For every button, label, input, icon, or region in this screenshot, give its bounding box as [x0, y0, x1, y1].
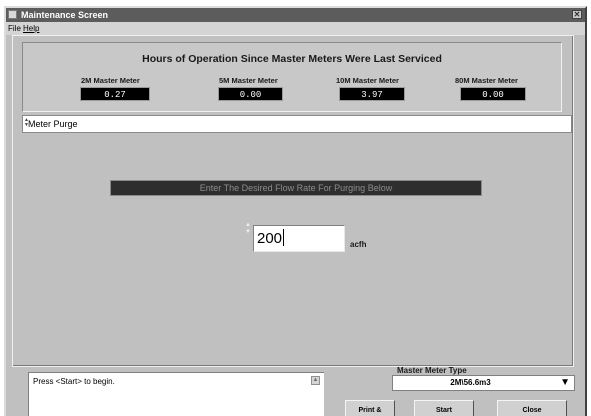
- meter-value-80m: 0.00: [460, 87, 526, 101]
- status-message: Press <Start> to begin.: [33, 377, 115, 386]
- meter-type-value: 2M\56.6m3: [450, 378, 491, 387]
- meter-type-label: Master Meter Type: [397, 366, 467, 375]
- close-window-button[interactable]: ✕: [572, 10, 582, 19]
- meter-label-80m: 80M Master Meter: [455, 76, 518, 85]
- flow-rate-value: 200: [257, 230, 283, 247]
- start-button[interactable]: Start: [414, 400, 474, 416]
- hours-panel: Hours of Operation Since Master Meters W…: [22, 42, 562, 112]
- menu-file[interactable]: File: [8, 22, 21, 35]
- flow-rate-unit: acfh: [350, 240, 367, 249]
- title-bar: Maintenance Screen ✕: [6, 8, 585, 22]
- meter-type-select[interactable]: 2M\56.6m3 ▼: [392, 375, 575, 391]
- meter-label-5m: 5M Master Meter: [219, 76, 278, 85]
- app-icon: [8, 10, 17, 19]
- window-title: Maintenance Screen: [21, 10, 109, 20]
- scroll-up-icon[interactable]: ▲: [311, 376, 320, 385]
- hours-title: Hours of Operation Since Master Meters W…: [142, 53, 442, 65]
- flow-spinner-icon[interactable]: ▲ ▼: [244, 222, 252, 236]
- meter-label-2m: 2M Master Meter: [81, 76, 140, 85]
- meter-label-10m: 10M Master Meter: [336, 76, 399, 85]
- chevron-down-icon[interactable]: ▼: [560, 376, 570, 390]
- spinner-icon[interactable]: ▲ ▼: [24, 118, 29, 128]
- status-message-box: Press <Start> to begin. ▲: [28, 372, 324, 416]
- menu-bar: File Help: [6, 22, 585, 35]
- meter-value-2m: 0.27: [80, 87, 150, 101]
- flow-rate-input[interactable]: 200: [253, 225, 345, 252]
- menu-help[interactable]: Help: [23, 22, 39, 35]
- text-caret: [283, 229, 285, 246]
- close-button[interactable]: Close: [497, 400, 567, 416]
- flow-rate-banner: Enter The Desired Flow Rate For Purging …: [110, 180, 482, 196]
- meter-purge-bar[interactable]: ▲ ▼ Meter Purge: [22, 115, 572, 133]
- meter-value-10m: 3.97: [339, 87, 405, 101]
- print-button[interactable]: Print &: [345, 400, 395, 416]
- meter-value-5m: 0.00: [218, 87, 283, 101]
- meter-purge-label: Meter Purge: [28, 119, 78, 129]
